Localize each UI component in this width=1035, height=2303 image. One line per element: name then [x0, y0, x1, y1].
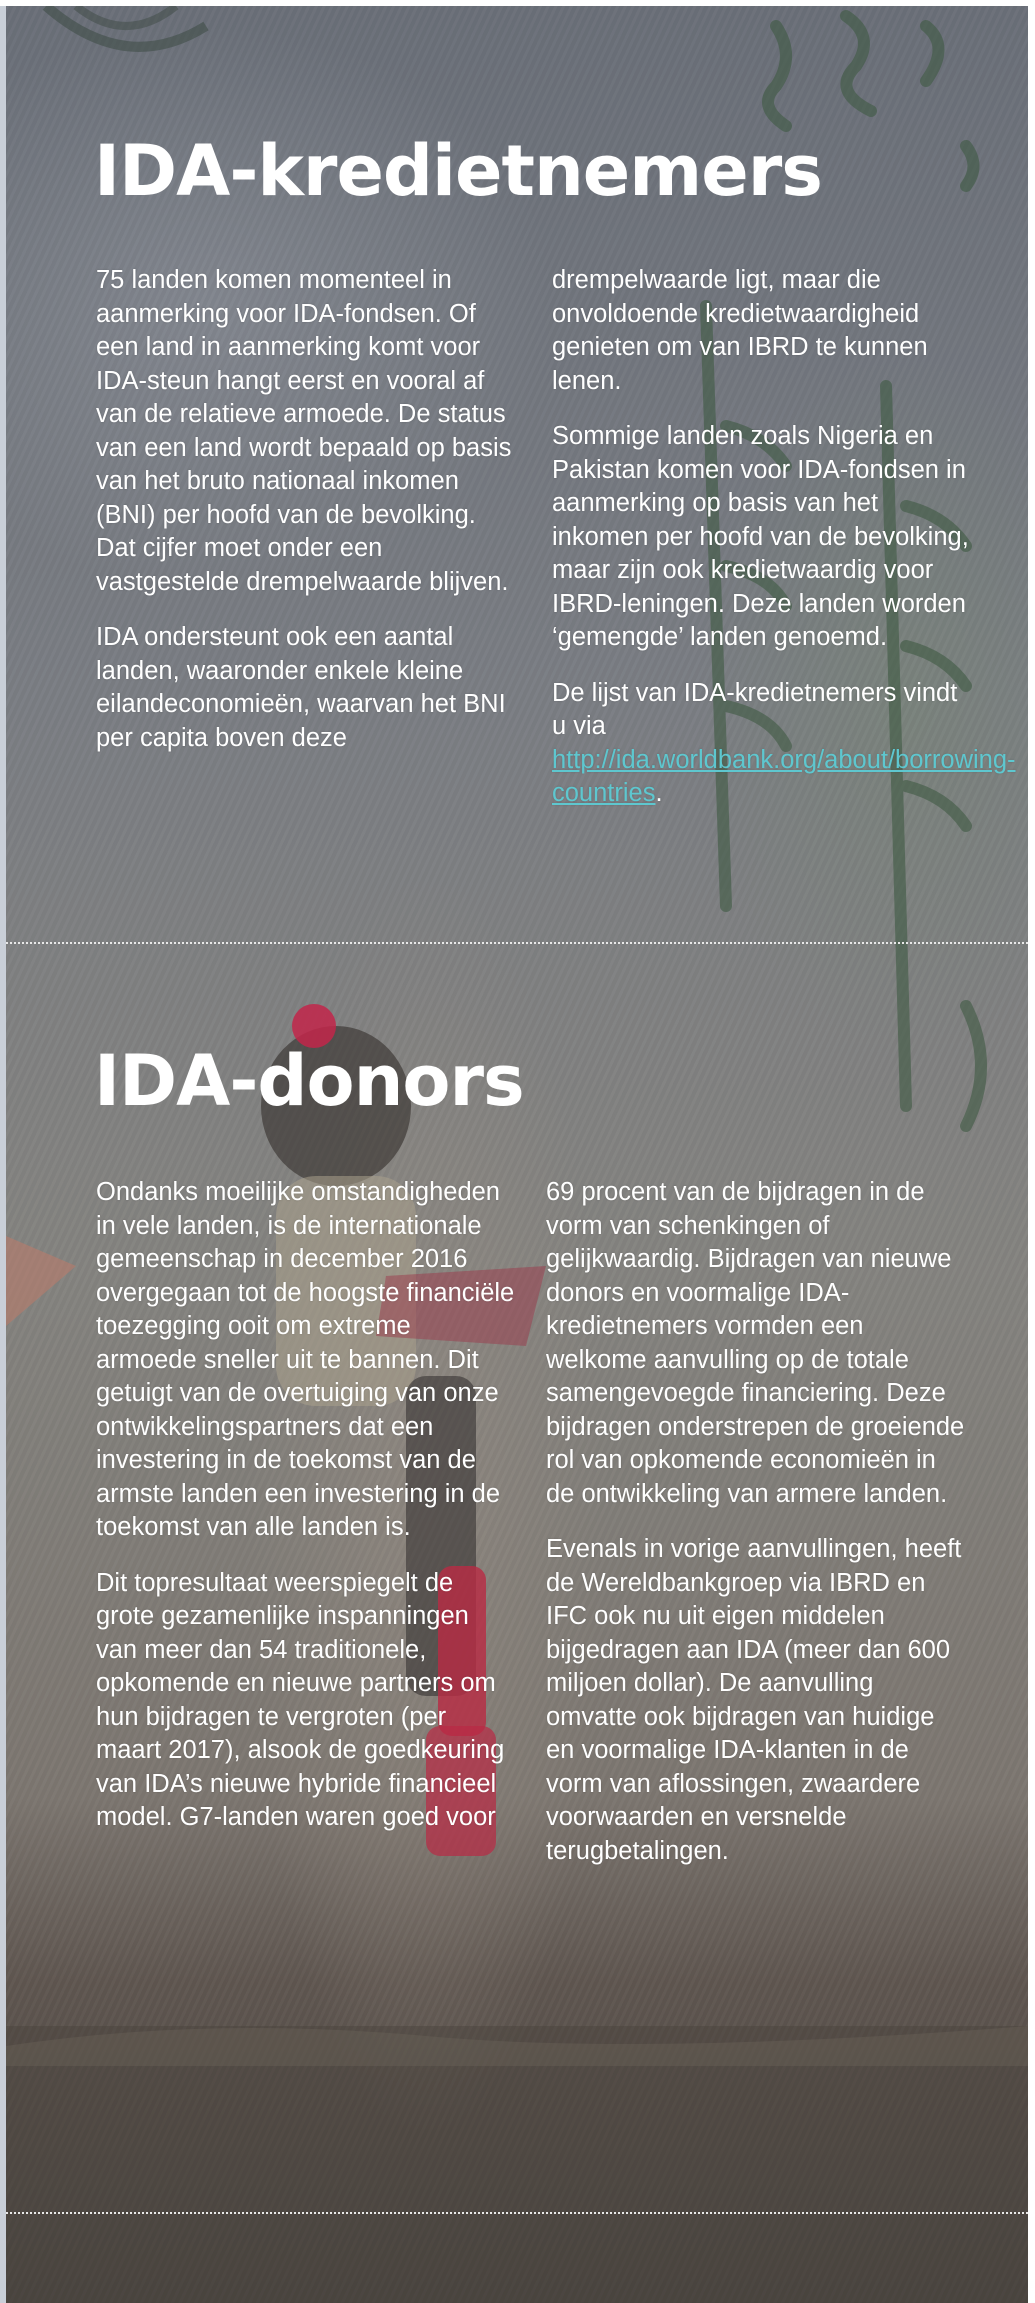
section-divider-bottom — [6, 2212, 1028, 2214]
donors-paragraph-1: Ondanks moeilijke omstandigheden in vele… — [96, 1178, 515, 1541]
borrowers-paragraph-1: 75 landen komen momenteel in aanmerking … — [96, 266, 512, 596]
donors-heading: IDA-donors — [94, 1040, 525, 1122]
donors-column-left: Ondanks moeilijke omstandigheden in vele… — [96, 1176, 516, 1835]
donors-section: IDA-donors Ondanks moeilijke omstandighe… — [6, 946, 1028, 2216]
borrowers-section: IDA-kredietnemers 75 landen komen moment… — [6, 6, 1028, 946]
borrowers-list-period: . — [655, 779, 663, 807]
donors-paragraph-2: Dit topresultaat weerspiegelt de grote g… — [96, 1568, 505, 1832]
donors-paragraph-4: Evenals in vorige aanvullingen, heeft de… — [546, 1535, 962, 1865]
borrowers-paragraph-3: drempelwaarde ligt, maar die onvoldoende… — [552, 266, 928, 395]
borrowers-paragraph-4: Sommige landen zoals Nigeria en Pakistan… — [552, 422, 969, 651]
borrowers-column-left: 75 landen komen momenteel in aanmerking … — [96, 264, 516, 755]
donors-column-right: 69 procent van de bijdragen in de vorm v… — [546, 1176, 966, 1868]
borrowers-paragraph-2: IDA ondersteunt ook een aantal landen, w… — [96, 623, 506, 752]
section-divider-top — [6, 942, 1028, 944]
page-background: IDA-kredietnemers 75 landen komen moment… — [6, 6, 1028, 2303]
borrowers-paragraph-5: De lijst van IDA-kredietnemers vindt u v… — [552, 677, 1016, 811]
borrowers-heading: IDA-kredietnemers — [94, 130, 823, 212]
borrowers-column-right: drempelwaarde ligt, maar die onvoldoende… — [552, 264, 1016, 811]
page-right-margin — [1028, 0, 1035, 2303]
borrowing-countries-link[interactable]: http://ida.worldbank.org/about/borrowing… — [552, 746, 1016, 808]
donors-paragraph-3: 69 procent van de bijdragen in de vorm v… — [546, 1178, 965, 1508]
borrowers-list-intro: De lijst van IDA-kredietnemers vindt u v… — [552, 678, 958, 741]
